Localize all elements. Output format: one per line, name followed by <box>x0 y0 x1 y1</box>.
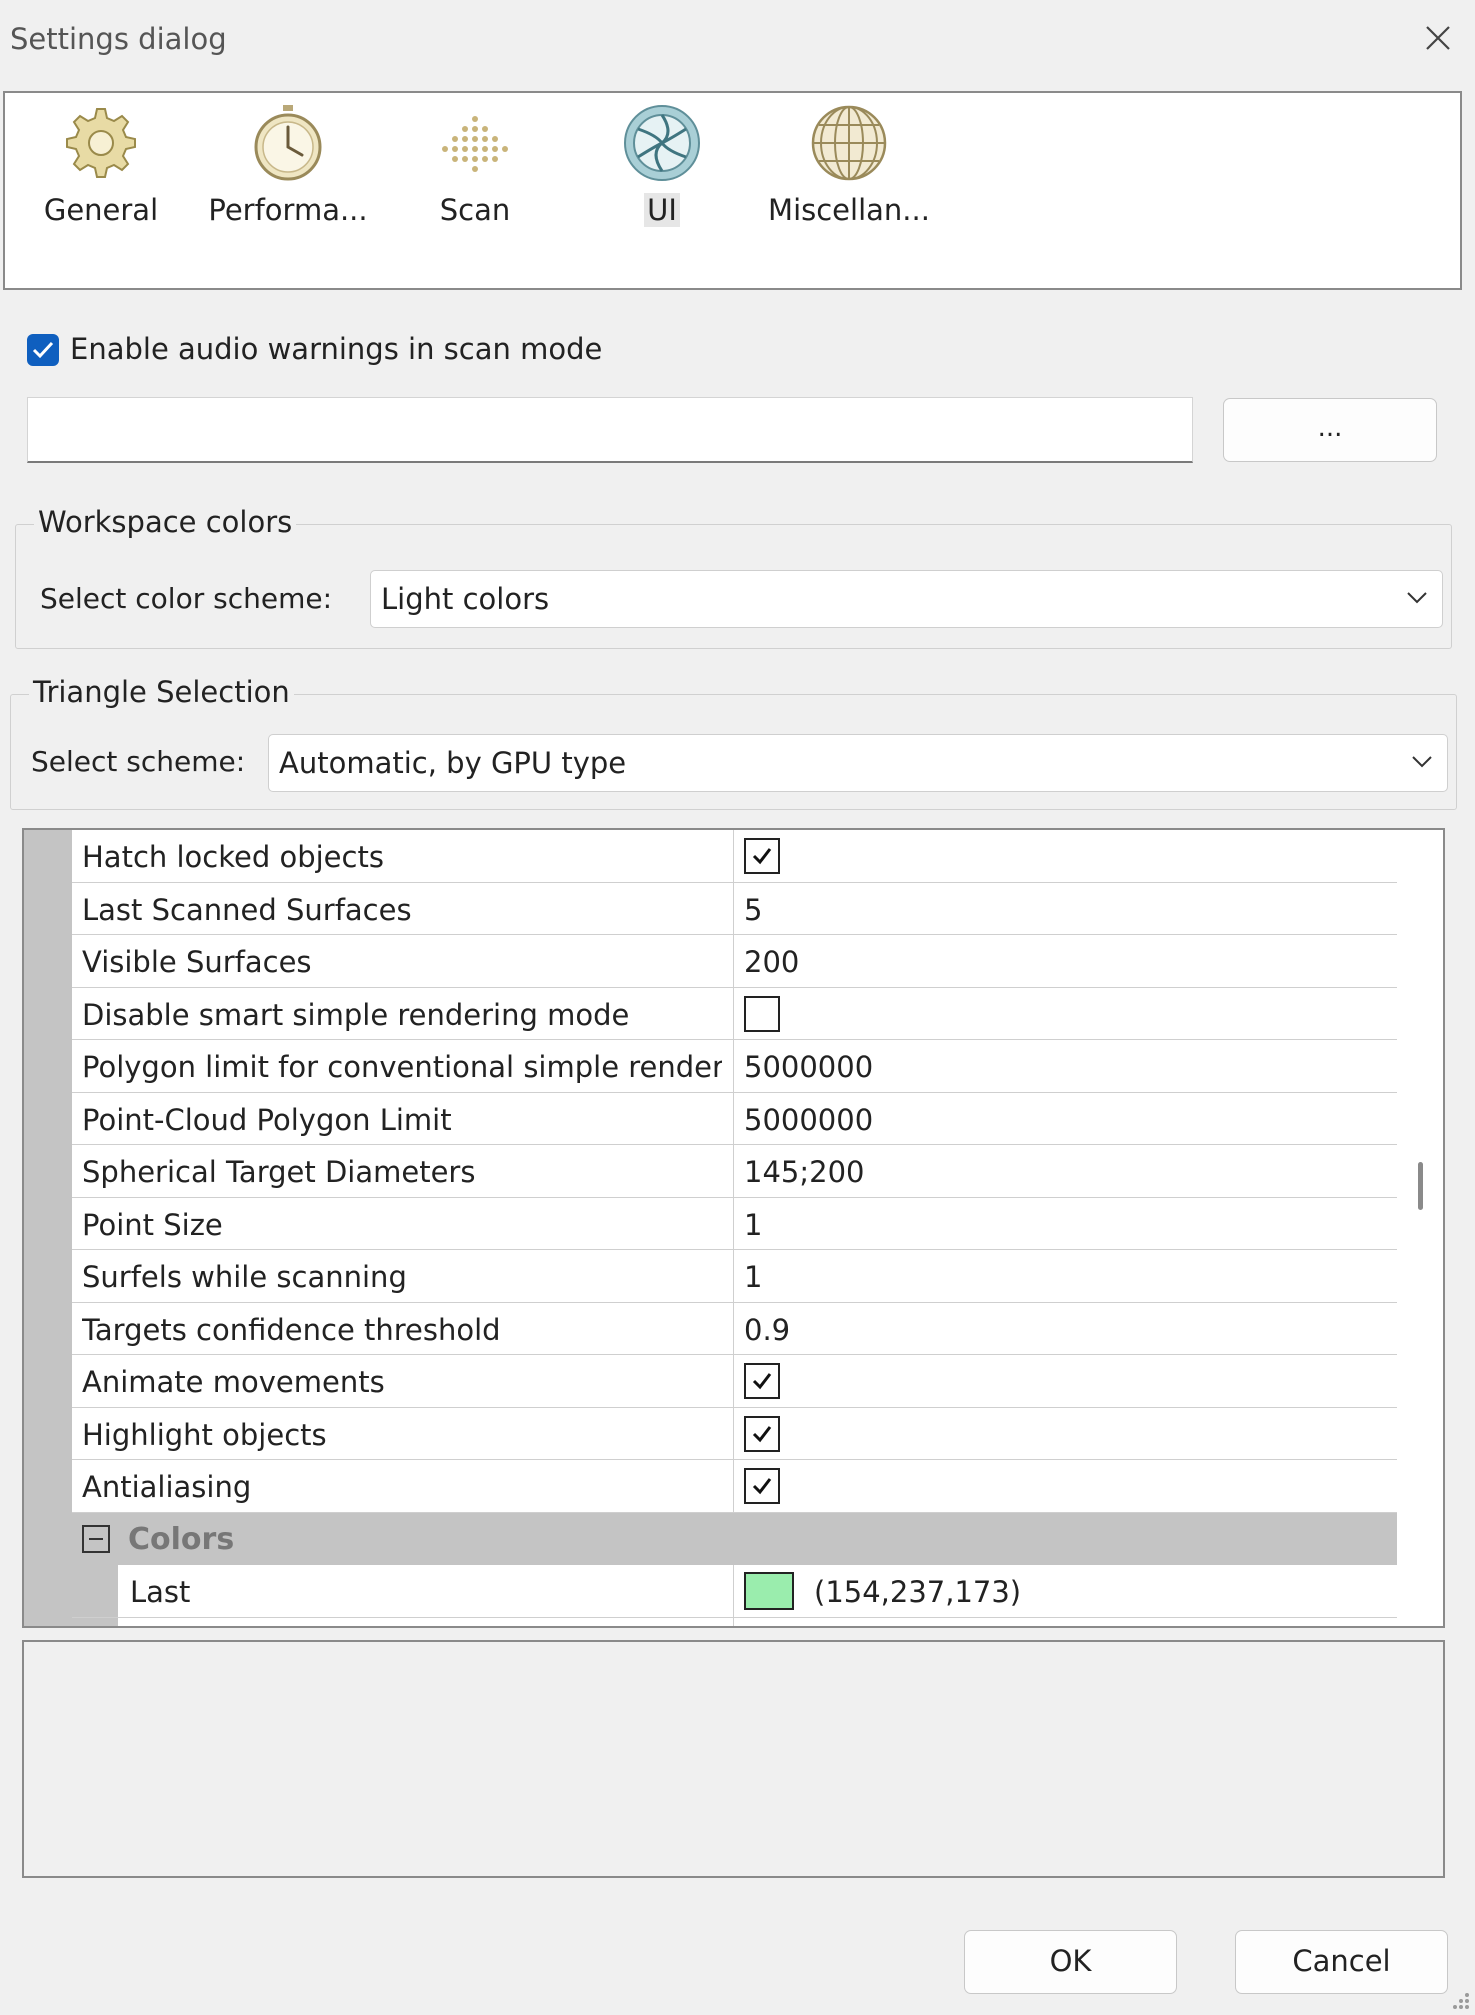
property-checkbox[interactable] <box>744 1468 780 1504</box>
property-checkbox[interactable] <box>744 838 780 874</box>
triangle-scheme-label: Select scheme: <box>31 745 246 778</box>
category-label: Performa... <box>208 193 368 227</box>
grid-gutter <box>24 830 72 1626</box>
property-checkbox[interactable] <box>744 1415 780 1452</box>
stopwatch-icon <box>254 105 322 181</box>
category-performance[interactable]: Performa... <box>198 103 378 233</box>
property-value[interactable]: 0.9 <box>744 1313 790 1347</box>
property-value[interactable]: (154,237,173) <box>814 1575 1021 1609</box>
property-name: Last Scanned Surfaces <box>82 892 412 927</box>
category-bar: General Performa... Scan UI Miscellan... <box>3 91 1462 290</box>
indent-gutter <box>72 1565 118 1617</box>
category-label: Miscellan... <box>768 193 930 227</box>
dot-grid-icon <box>442 116 508 172</box>
property-checkbox[interactable] <box>744 995 780 1032</box>
property-row[interactable]: Spherical Target Diameters 145;200 <box>72 1145 1397 1198</box>
property-row[interactable] <box>72 1617 1397 1626</box>
indent-gutter <box>72 1617 118 1626</box>
category-label: Colors <box>128 1521 235 1557</box>
resize-grip-icon[interactable] <box>1449 1989 1471 2011</box>
chevron-down-icon <box>1407 592 1427 604</box>
triangle-scheme-select[interactable]: Automatic, by GPU type <box>268 734 1448 792</box>
gear-icon <box>66 108 136 178</box>
category-row-colors[interactable]: Colors <box>72 1512 1397 1565</box>
triangle-selection-group: Triangle Selection Select scheme: Automa… <box>10 675 1457 810</box>
property-row[interactable]: Surfels while scanning 1 <box>72 1250 1397 1303</box>
property-row[interactable]: Last Scanned Surfaces 5 <box>72 882 1397 935</box>
category-general[interactable]: General <box>11 103 191 233</box>
category-scan[interactable]: Scan <box>385 103 565 233</box>
category-miscellaneous[interactable]: Miscellan... <box>759 103 939 233</box>
ok-button[interactable]: OK <box>964 1930 1177 1994</box>
window-title: Settings dialog <box>10 22 227 56</box>
category-label: General <box>43 193 159 227</box>
property-name: Highlight objects <box>82 1417 327 1452</box>
property-grid: Hatch locked objects Last Scanned Surfac… <box>22 828 1445 1628</box>
property-row[interactable]: Point Size 1 <box>72 1197 1397 1250</box>
group-title: Triangle Selection <box>29 675 294 709</box>
close-icon[interactable] <box>1418 18 1458 58</box>
description-panel <box>22 1640 1445 1878</box>
property-name: Targets confidence threshold <box>82 1312 501 1347</box>
audio-warnings-label: Enable audio warnings in scan mode <box>70 332 603 366</box>
property-list: Hatch locked objects Last Scanned Surfac… <box>72 830 1397 1626</box>
title-bar: Settings dialog <box>0 0 1475 82</box>
color-scheme-label: Select color scheme: <box>40 582 333 615</box>
property-row[interactable]: Disable smart simple rendering mode <box>72 987 1397 1040</box>
property-row[interactable]: Polygon limit for conventional simple re… <box>72 1040 1397 1093</box>
property-value[interactable]: 5 <box>744 893 762 927</box>
color-swatch[interactable] <box>744 1572 794 1610</box>
property-name: Surfels while scanning <box>82 1260 407 1294</box>
audio-file-path-input[interactable] <box>27 397 1193 463</box>
property-value[interactable]: 5000000 <box>744 1103 873 1137</box>
property-value[interactable]: 1 <box>744 1260 762 1294</box>
property-name: Disable smart simple rendering mode <box>82 997 630 1032</box>
checkmark-icon <box>752 1373 772 1390</box>
property-value[interactable]: 1 <box>744 1208 762 1242</box>
property-row[interactable]: Animate movements <box>72 1355 1397 1408</box>
checkmark-icon <box>752 848 772 865</box>
property-row[interactable]: Hatch locked objects <box>72 830 1397 883</box>
audio-warnings-checkbox[interactable] <box>27 334 59 366</box>
property-row[interactable]: Antialiasing <box>72 1460 1397 1513</box>
workspace-colors-group: Workspace colors Select color scheme: Li… <box>15 505 1452 649</box>
category-label: UI <box>644 193 680 227</box>
globe-icon <box>811 105 887 181</box>
scrollbar-thumb[interactable] <box>1418 1162 1423 1210</box>
checkmark-icon <box>752 1478 772 1495</box>
property-name: Polygon limit for conventional simple re… <box>82 1050 722 1084</box>
property-value[interactable]: 145;200 <box>744 1155 864 1189</box>
property-name: Hatch locked objects <box>82 840 384 874</box>
property-row[interactable]: Visible Surfaces 200 <box>72 935 1397 988</box>
property-name: Spherical Target Diameters <box>82 1155 476 1189</box>
checkmark-icon <box>32 341 54 359</box>
cancel-button[interactable]: Cancel <box>1235 1930 1448 1994</box>
property-row[interactable]: Point-Cloud Polygon Limit 5000000 <box>72 1092 1397 1145</box>
browse-button[interactable]: ... <box>1223 398 1437 462</box>
property-name: Antialiasing <box>82 1470 252 1504</box>
triangle-scheme-value: Automatic, by GPU type <box>279 746 627 780</box>
category-ui[interactable]: UI <box>572 103 752 233</box>
aperture-icon <box>624 105 700 181</box>
property-row[interactable]: Last (154,237,173) <box>72 1565 1397 1618</box>
property-row[interactable]: Highlight objects <box>72 1407 1397 1460</box>
category-label: Scan <box>439 193 511 227</box>
property-name: Last <box>130 1575 191 1609</box>
property-name: Point Size <box>82 1207 223 1242</box>
vertical-scrollbar[interactable] <box>1397 830 1443 1626</box>
collapse-icon[interactable] <box>82 1524 110 1553</box>
property-name: Point-Cloud Polygon Limit <box>82 1102 452 1137</box>
property-row[interactable]: Targets confidence threshold 0.9 <box>72 1302 1397 1355</box>
color-scheme-select[interactable]: Light colors <box>370 570 1443 628</box>
property-checkbox[interactable] <box>744 1363 780 1399</box>
checkmark-icon <box>752 1425 772 1442</box>
property-value[interactable]: 5000000 <box>744 1050 873 1084</box>
color-scheme-value: Light colors <box>381 582 550 616</box>
group-title: Workspace colors <box>34 505 297 539</box>
property-name: Visible Surfaces <box>82 945 312 979</box>
chevron-down-icon <box>1412 756 1432 768</box>
property-name: Animate movements <box>82 1365 385 1399</box>
property-value[interactable]: 200 <box>744 945 799 979</box>
